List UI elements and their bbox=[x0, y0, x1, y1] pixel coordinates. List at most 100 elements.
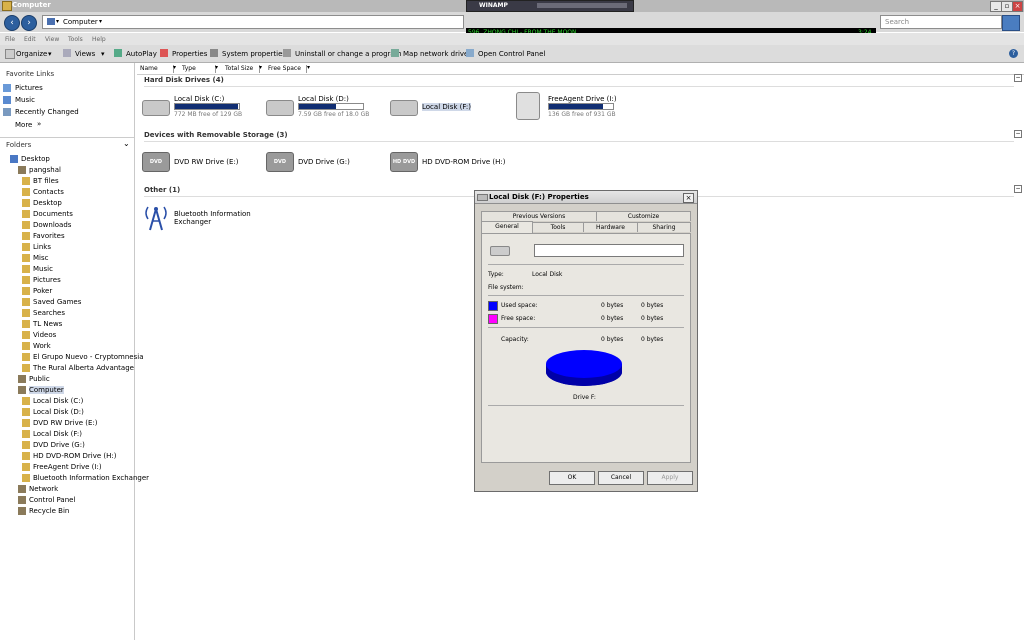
drive-name[interactable]: HD DVD-ROM Drive (H:) bbox=[422, 158, 505, 166]
collapse-icon[interactable]: − bbox=[1014, 130, 1022, 138]
winamp-seek-bar[interactable] bbox=[537, 3, 627, 8]
tree-item[interactable]: Work bbox=[33, 342, 51, 350]
tree-item[interactable]: DVD RW Drive (E:) bbox=[33, 419, 98, 427]
winamp-titlebar[interactable]: WINAMP bbox=[466, 0, 634, 12]
drive-name[interactable]: Local Disk (D:) bbox=[298, 95, 349, 103]
tree-item[interactable]: Pictures bbox=[33, 276, 61, 284]
close-button[interactable]: × bbox=[1012, 1, 1023, 12]
column-total-size[interactable]: Total Size bbox=[225, 65, 260, 73]
menu-file[interactable]: File bbox=[5, 36, 15, 43]
drive-name[interactable]: FreeAgent Drive (I:) bbox=[548, 95, 617, 103]
ok-button[interactable]: OK bbox=[549, 471, 595, 485]
map-drive-button[interactable]: Map network drive bbox=[403, 50, 468, 58]
dialog-title-bar[interactable]: Local Disk (F:) Properties × bbox=[475, 191, 697, 204]
tree-item[interactable]: Poker bbox=[33, 287, 52, 295]
tree-item[interactable]: Computer bbox=[29, 386, 64, 394]
group-other[interactable]: Other (1) bbox=[144, 186, 180, 194]
chevron-right-icon[interactable]: » bbox=[37, 120, 41, 128]
cancel-button[interactable]: Cancel bbox=[598, 471, 644, 485]
open-control-panel-button[interactable]: Open Control Panel bbox=[478, 50, 545, 58]
bluetooth-exchanger-label-2[interactable]: Exchanger bbox=[174, 218, 211, 226]
group-hard-disk-drives[interactable]: Hard Disk Drives (4) bbox=[144, 76, 224, 84]
dialog-close-button[interactable]: × bbox=[683, 193, 694, 203]
tree-item[interactable]: Control Panel bbox=[29, 496, 75, 504]
tree-item[interactable]: Misc bbox=[33, 254, 48, 262]
system-properties-button[interactable]: System properties bbox=[222, 50, 286, 58]
search-input[interactable]: Search bbox=[880, 15, 1002, 29]
search-icon[interactable] bbox=[1002, 15, 1020, 31]
tree-item[interactable]: Local Disk (F:) bbox=[33, 430, 82, 438]
hard-disk-icon[interactable] bbox=[516, 92, 540, 120]
optical-drive-icon[interactable]: DVD bbox=[266, 152, 294, 172]
tree-item[interactable]: Videos bbox=[33, 331, 56, 339]
tab-tools[interactable]: Tools bbox=[532, 222, 584, 232]
optical-drive-icon[interactable]: DVD bbox=[142, 152, 170, 172]
tree-item[interactable]: Desktop bbox=[21, 155, 50, 163]
bluetooth-exchanger-item[interactable] bbox=[142, 203, 170, 231]
column-name[interactable]: Name bbox=[140, 65, 174, 73]
tree-item[interactable]: The Rural Alberta Advantage bbox=[33, 364, 134, 372]
collapse-icon[interactable]: − bbox=[1014, 185, 1022, 193]
tree-item[interactable]: Public bbox=[29, 375, 50, 383]
tree-item[interactable]: Contacts bbox=[33, 188, 64, 196]
organize-button[interactable]: Organize bbox=[16, 50, 47, 58]
tree-item[interactable]: Searches bbox=[33, 309, 65, 317]
drive-label-input[interactable] bbox=[534, 244, 684, 257]
optical-drive-icon[interactable]: HD DVD bbox=[390, 152, 418, 172]
forward-button[interactable]: › bbox=[21, 15, 37, 31]
menu-view[interactable]: View bbox=[45, 36, 59, 43]
views-button[interactable]: Views bbox=[75, 50, 95, 58]
menu-help[interactable]: Help bbox=[92, 36, 106, 43]
tab-hardware[interactable]: Hardware bbox=[583, 222, 638, 232]
tree-item[interactable]: DVD Drive (G:) bbox=[33, 441, 85, 449]
drive-name[interactable]: DVD RW Drive (E:) bbox=[174, 158, 239, 166]
properties-button[interactable]: Properties bbox=[172, 50, 207, 58]
collapse-icon[interactable]: − bbox=[1014, 74, 1022, 82]
group-removable-storage[interactable]: Devices with Removable Storage (3) bbox=[144, 131, 288, 139]
tree-item[interactable]: Saved Games bbox=[33, 298, 81, 306]
tree-item[interactable]: Desktop bbox=[33, 199, 62, 207]
tree-item[interactable]: pangshal bbox=[29, 166, 61, 174]
fav-more[interactable]: More bbox=[15, 121, 32, 129]
chevron-down-icon[interactable]: ▾ bbox=[173, 64, 176, 71]
folders-title[interactable]: Folders bbox=[6, 141, 31, 149]
chevron-down-icon[interactable]: ▾ bbox=[48, 50, 52, 58]
chevron-down-icon[interactable]: ⌄ bbox=[123, 139, 130, 148]
tree-item[interactable]: HD DVD-ROM Drive (H:) bbox=[33, 452, 116, 460]
tree-item[interactable]: Recycle Bin bbox=[29, 507, 69, 515]
fav-recently-changed[interactable]: Recently Changed bbox=[15, 108, 79, 116]
tab-sharing[interactable]: Sharing bbox=[637, 222, 691, 232]
tree-item[interactable]: Network bbox=[29, 485, 58, 493]
hard-disk-icon[interactable] bbox=[390, 100, 418, 116]
tree-item[interactable]: Downloads bbox=[33, 221, 71, 229]
drive-name[interactable]: DVD Drive (G:) bbox=[298, 158, 350, 166]
fav-pictures[interactable]: Pictures bbox=[15, 84, 43, 92]
autoplay-button[interactable]: AutoPlay bbox=[126, 50, 157, 58]
drive-name[interactable]: Local Disk (F:) bbox=[422, 103, 471, 111]
address-bar[interactable]: ▾ Computer ▾ bbox=[42, 15, 464, 29]
tree-item[interactable]: FreeAgent Drive (I:) bbox=[33, 463, 102, 471]
chevron-down-icon[interactable]: ▾ bbox=[56, 18, 59, 25]
uninstall-button[interactable]: Uninstall or change a program bbox=[295, 50, 402, 58]
chevron-down-icon[interactable]: ▾ bbox=[307, 64, 310, 71]
drive-name[interactable]: Local Disk (C:) bbox=[174, 95, 224, 103]
column-free-space[interactable]: Free Space bbox=[268, 65, 307, 73]
tree-item[interactable]: Local Disk (D:) bbox=[33, 408, 84, 416]
hard-disk-icon[interactable] bbox=[142, 100, 170, 116]
hard-disk-icon[interactable] bbox=[266, 100, 294, 116]
fav-music[interactable]: Music bbox=[15, 96, 35, 104]
tab-previous-versions[interactable]: Previous Versions bbox=[481, 211, 597, 221]
menu-tools[interactable]: Tools bbox=[68, 36, 83, 43]
tab-customize[interactable]: Customize bbox=[596, 211, 691, 221]
tree-item[interactable]: Bluetooth Information Exchanger bbox=[33, 474, 149, 482]
back-button[interactable]: ‹ bbox=[4, 15, 20, 31]
tree-item[interactable]: Favorites bbox=[33, 232, 65, 240]
chevron-down-icon[interactable]: ▾ bbox=[215, 64, 218, 71]
tree-item[interactable]: Documents bbox=[33, 210, 73, 218]
apply-button[interactable]: Apply bbox=[647, 471, 693, 485]
tree-item[interactable]: Music bbox=[33, 265, 53, 273]
tree-item[interactable]: BT files bbox=[33, 177, 59, 185]
chevron-down-icon[interactable]: ▾ bbox=[99, 18, 102, 25]
help-icon[interactable]: ? bbox=[1009, 49, 1018, 58]
tree-item[interactable]: TL News bbox=[33, 320, 62, 328]
